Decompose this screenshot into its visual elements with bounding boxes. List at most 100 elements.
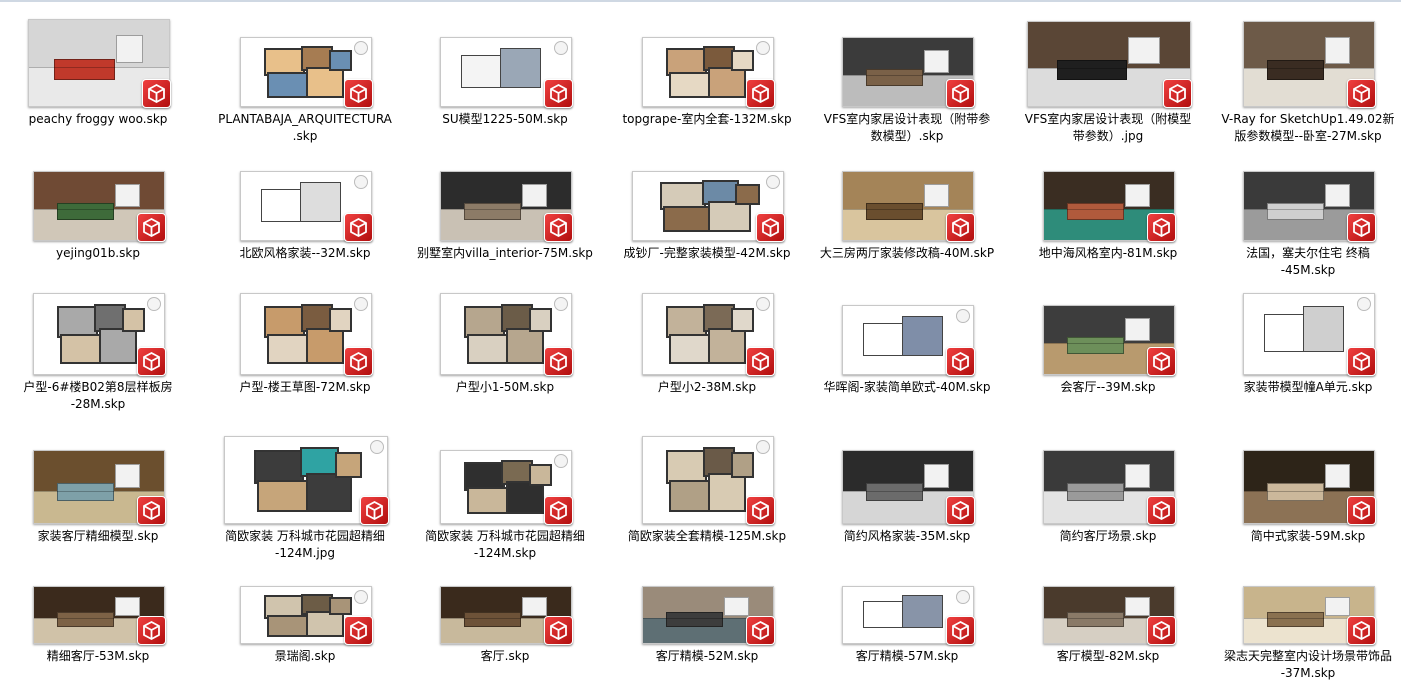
thumbnail-furniture bbox=[1267, 59, 1324, 81]
file-name-label[interactable]: 简欧家装 万科城市花园超精细 -124M.jpg bbox=[205, 528, 405, 562]
file-name-label[interactable]: 客厅精模-52M.skp bbox=[607, 648, 807, 665]
thumbnail-furniture bbox=[866, 68, 923, 86]
floorplan-room bbox=[329, 50, 352, 72]
thumbnail-floorline bbox=[1044, 209, 1174, 211]
file-name-label[interactable]: 户型小1-50M.skp bbox=[405, 379, 605, 396]
thumbnail-furniture bbox=[666, 612, 723, 627]
sketchup-watermark-icon bbox=[756, 440, 770, 454]
sketchup-watermark-icon bbox=[756, 297, 770, 311]
file-name-label[interactable]: 客厅精模-57M.skp bbox=[807, 648, 1007, 665]
floorplan-room bbox=[529, 308, 552, 333]
file-name-label[interactable]: 家装客厅精细模型.skp bbox=[0, 528, 198, 545]
file-name-label[interactable]: 简欧家装 万科城市花园超精细 -124M.skp bbox=[405, 528, 605, 562]
floorplan-room bbox=[669, 334, 712, 364]
file-name-label[interactable]: 户型-6#楼B02第8层样板房 -28M.skp bbox=[0, 379, 198, 413]
file-name-label[interactable]: V-Ray for SketchUp1.49.02新 版参数模型--卧室-27M… bbox=[1208, 111, 1401, 145]
thumbnail-furniture bbox=[57, 202, 114, 220]
file-name-label[interactable]: 简约客厅场景.skp bbox=[1008, 528, 1208, 545]
floorplan-room bbox=[329, 308, 352, 333]
file-name-label[interactable]: VFS室内家居设计表现（附模型 带参数）.jpg bbox=[1008, 111, 1208, 145]
sketchup-file-icon bbox=[1347, 213, 1376, 242]
sketchup-file-icon bbox=[137, 616, 166, 645]
file-name-label[interactable]: 精细客厅-53M.skp bbox=[0, 648, 198, 665]
sketchup-watermark-icon bbox=[766, 175, 780, 189]
thumbnail-floorline bbox=[843, 209, 973, 211]
sketchup-file-icon bbox=[946, 496, 975, 525]
file-name-label[interactable]: 北欧风格家装--32M.skp bbox=[205, 245, 405, 262]
file-name-label[interactable]: 简中式家装-59M.skp bbox=[1208, 528, 1401, 545]
floorplan-room bbox=[99, 327, 137, 364]
sketchup-file-icon bbox=[137, 213, 166, 242]
file-name-label[interactable]: peachy froggy woo.skp bbox=[0, 111, 198, 128]
thumbnail-furniture bbox=[1067, 612, 1124, 627]
file-name-label[interactable]: topgrape-室内全套-132M.skp bbox=[607, 111, 807, 128]
floorplan-room bbox=[267, 334, 310, 364]
thumbnail-window bbox=[923, 50, 949, 73]
file-name-label[interactable]: VFS室内家居设计表现（附带参 数模型）.skp bbox=[807, 111, 1007, 145]
file-name-label[interactable]: 景瑞阁.skp bbox=[205, 648, 405, 665]
floorplan-room bbox=[529, 463, 552, 486]
sketchup-file-icon bbox=[946, 79, 975, 108]
file-name-label[interactable]: 家装带模型幢A单元.skp bbox=[1208, 379, 1401, 396]
sketchup-file-icon bbox=[1147, 347, 1176, 376]
file-name-label[interactable]: 简约风格家装-35M.skp bbox=[807, 528, 1007, 545]
thumbnail-window bbox=[115, 35, 143, 64]
sketchup-file-icon bbox=[142, 79, 171, 108]
file-name-label[interactable]: 地中海风格室内-81M.skp bbox=[1008, 245, 1208, 262]
floorplan-room bbox=[669, 72, 712, 98]
sketchup-file-icon bbox=[1347, 347, 1376, 376]
thumbnail-floorline bbox=[34, 490, 164, 492]
floorplan-room bbox=[506, 481, 544, 515]
floorplan-room bbox=[267, 72, 310, 98]
file-name-label[interactable]: PLANTABAJA_ARQUITECTURA .skp bbox=[205, 111, 405, 145]
sketchup-file-icon bbox=[1147, 496, 1176, 525]
sketchup-file-icon bbox=[946, 616, 975, 645]
thumbnail-furniture bbox=[54, 58, 115, 80]
floorplan-room bbox=[669, 480, 712, 512]
sketchup-watermark-icon bbox=[1357, 297, 1371, 311]
file-name-label[interactable]: 客厅.skp bbox=[405, 648, 605, 665]
file-name-label[interactable]: 大三房两厅家装修改稿-40M.skP bbox=[807, 245, 1007, 262]
thumbnail-window bbox=[923, 184, 949, 207]
model-block bbox=[299, 182, 341, 222]
file-name-label[interactable]: 会客厅--39M.skp bbox=[1008, 379, 1208, 396]
floorplan-room bbox=[306, 327, 344, 364]
thumbnail-window bbox=[1124, 597, 1150, 616]
file-name-label[interactable]: 客厅模型-82M.skp bbox=[1008, 648, 1208, 665]
thumbnail-furniture bbox=[866, 202, 923, 220]
sketchup-file-icon bbox=[544, 496, 573, 525]
thumbnail-furniture bbox=[57, 483, 114, 502]
thumbnail-window bbox=[114, 463, 140, 488]
thumbnail-furniture bbox=[1067, 336, 1124, 354]
file-name-label[interactable]: 梁志天完整室内设计场景带饰品 -37M.skp bbox=[1208, 648, 1401, 682]
model-block bbox=[499, 48, 541, 88]
floorplan-room bbox=[666, 449, 707, 484]
thumbnail-window bbox=[1124, 463, 1150, 488]
sketchup-watermark-icon bbox=[956, 590, 970, 604]
file-name-label[interactable]: 户型-楼王草图-72M.skp bbox=[205, 379, 405, 396]
floorplan-room bbox=[708, 473, 746, 512]
floorplan-room bbox=[663, 206, 712, 232]
sketchup-file-icon bbox=[544, 213, 573, 242]
file-name-label[interactable]: 成钞厂-完整家装模型-42M.skp bbox=[607, 245, 807, 262]
thumbnail-furniture bbox=[1067, 483, 1124, 502]
sketchup-watermark-icon bbox=[554, 41, 568, 55]
thumbnail-floorline bbox=[1244, 209, 1374, 211]
model-block bbox=[901, 316, 943, 356]
file-name-label[interactable]: 户型小2-38M.skp bbox=[607, 379, 807, 396]
file-name-label[interactable]: 法国，塞夫尔住宅 终稿 -45M.skp bbox=[1208, 245, 1401, 279]
thumbnail-furniture bbox=[1267, 483, 1324, 502]
thumbnail-window bbox=[1124, 318, 1150, 341]
floorplan-room bbox=[506, 327, 544, 364]
file-name-label[interactable]: 简欧家装全套精模-125M.skp bbox=[607, 528, 807, 545]
sketchup-file-icon bbox=[746, 496, 775, 525]
thumbnail-floorline bbox=[1244, 68, 1374, 70]
model-block bbox=[1302, 306, 1344, 352]
file-name-label[interactable]: 华晖阁-家装简单欧式-40M.skp bbox=[807, 379, 1007, 396]
file-name-label[interactable]: SU模型1225-50M.skp bbox=[405, 111, 605, 128]
thumbnail-floorline bbox=[1028, 68, 1190, 70]
sketchup-watermark-icon bbox=[554, 297, 568, 311]
file-name-label[interactable]: 别墅室内villa_interior-75M.skp bbox=[405, 245, 605, 262]
file-name-label[interactable]: yejing01b.skp bbox=[0, 245, 198, 262]
file-icon-grid[interactable]: peachy froggy woo.skp PLANTABAJA_ARQUITEC… bbox=[0, 0, 1401, 687]
